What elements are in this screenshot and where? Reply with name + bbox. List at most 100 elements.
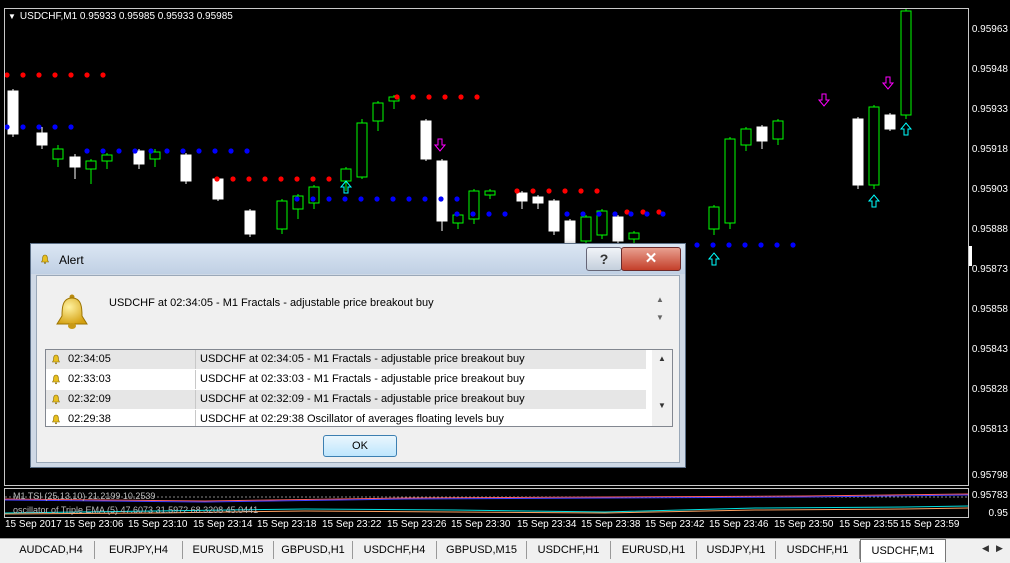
resistance-dot: [326, 176, 332, 182]
support-dot: [774, 242, 780, 248]
alert-row-message: USDCHF at 02:33:03 - M1 Fractals - adjus…: [200, 373, 525, 385]
time-label: 15 Sep 23:46: [709, 519, 769, 530]
support-dot: [342, 196, 348, 202]
candle-body: [52, 148, 64, 160]
chart-tab[interactable]: USDCHF,H1: [776, 541, 860, 559]
chart-tabs-bar: AUDCAD,H4 EURJPY,H4 EURUSD,M15 GBPUSD,H1 USD…: [0, 538, 1010, 563]
candle-body: [756, 126, 768, 142]
help-button[interactable]: ?: [586, 247, 622, 271]
time-label: 15 Sep 23:18: [257, 519, 317, 530]
resistance-dot: [294, 176, 300, 182]
chart-tab[interactable]: EURUSD,H1: [611, 541, 697, 559]
resistance-dot: [514, 188, 520, 194]
support-dot: [180, 148, 186, 154]
candle-body: [740, 128, 752, 146]
column-divider: [195, 370, 196, 389]
buy-arrow-icon: [899, 122, 913, 136]
chart-tab[interactable]: USDCHF,M1: [860, 539, 946, 562]
support-dot: [36, 124, 42, 130]
support-dot: [644, 211, 650, 217]
buy-arrow-icon: [867, 194, 881, 208]
resistance-dot: [594, 188, 600, 194]
candle-body: [708, 206, 720, 230]
support-dot: [438, 196, 444, 202]
alert-titlebar[interactable]: Alert ? ✕: [31, 244, 685, 274]
alert-row-time: 02:32:09: [68, 393, 111, 405]
support-dot: [228, 148, 234, 154]
indicator-pane[interactable]: M1 TSI (25,13,10) 21.2199 10.2539 oscill…: [4, 488, 969, 518]
support-dot: [164, 148, 170, 154]
alert-history-list[interactable]: 02:34:05 USDCHF at 02:34:05 - M1 Fractal…: [45, 349, 673, 427]
alert-row-time: 02:34:05: [68, 353, 111, 365]
alert-history-row[interactable]: 02:29:38 USDCHF at 02:29:38 Oscillator o…: [46, 410, 646, 426]
price-level-label: 0.95798: [971, 470, 1008, 481]
resistance-dot: [562, 188, 568, 194]
support-dot: [294, 196, 300, 202]
chart-tab[interactable]: AUDCAD,H4: [8, 541, 95, 559]
time-label: 15 Sep 23:38: [581, 519, 641, 530]
candle-body: [101, 154, 113, 162]
candle-body: [372, 102, 384, 122]
candle-body: [900, 10, 912, 116]
price-level-label: 0.95948: [971, 64, 1008, 75]
price-level-label: 0.95963: [971, 24, 1008, 35]
support-dot: [454, 196, 460, 202]
alert-history-row[interactable]: 02:33:03 USDCHF at 02:33:03 - M1 Fractal…: [46, 370, 646, 389]
candle-body: [852, 118, 864, 186]
support-dot: [116, 148, 122, 154]
candle-body: [484, 190, 496, 196]
resistance-dot: [310, 176, 316, 182]
support-dot: [310, 196, 316, 202]
chart-tab[interactable]: GBPUSD,H1: [274, 541, 353, 559]
resistance-dot: [426, 94, 432, 100]
candle-body: [340, 168, 352, 182]
candle-body: [180, 154, 192, 182]
tab-scroll-right-icon[interactable]: ▶: [996, 543, 1003, 554]
support-dot: [564, 211, 570, 217]
time-label: 15 Sep 23:22: [322, 519, 382, 530]
chart-tab[interactable]: EURUSD,M15: [183, 541, 274, 559]
alert-history-row[interactable]: 02:34:05 USDCHF at 02:34:05 - M1 Fractal…: [46, 350, 646, 369]
candle-body: [36, 132, 48, 146]
candle-body: [212, 178, 224, 200]
chart-tab[interactable]: USDJPY,H1: [697, 541, 776, 559]
resistance-dot: [246, 176, 252, 182]
alert-history-row[interactable]: 02:32:09 USDCHF at 02:32:09 - M1 Fractal…: [46, 390, 646, 409]
candle-body: [612, 216, 624, 242]
support-dot: [212, 148, 218, 154]
candle-body: [884, 114, 896, 130]
alert-row-time: 02:29:38: [68, 413, 111, 425]
candle-body: [436, 160, 448, 222]
resistance-dot: [20, 72, 26, 78]
support-dot: [486, 211, 492, 217]
chart-tab[interactable]: USDCHF,H4: [353, 541, 437, 559]
chart-tab[interactable]: GBPUSD,M15: [437, 541, 527, 559]
support-dot: [132, 148, 138, 154]
message-scrollbar[interactable]: ▲ ▼: [653, 295, 667, 333]
chart-tab[interactable]: USDCHF,H1: [527, 541, 611, 559]
close-button[interactable]: ✕: [621, 247, 681, 271]
time-label: 15 Sep 2017: [5, 519, 62, 530]
ok-button[interactable]: OK: [323, 435, 397, 457]
list-scrollbar[interactable]: ▲ ▼: [652, 350, 672, 426]
price-level-label: 0.95933: [971, 104, 1008, 115]
support-dot: [358, 196, 364, 202]
support-dot: [710, 242, 716, 248]
price-level-label: 0.95873: [971, 264, 1008, 275]
chart-tab[interactable]: EURJPY,H4: [95, 541, 183, 559]
indicator-label-tsi: M1 TSI (25,13,10) 21.2199 10.2539: [13, 491, 156, 501]
alert-row-message: USDCHF at 02:29:38 Oscillator of average…: [200, 413, 504, 425]
support-dot: [790, 242, 796, 248]
tab-scroll-left-icon[interactable]: ◀: [982, 543, 989, 554]
alert-dialog: Alert ? ✕ USDCHF at 02:34:05 - M1 Fracta…: [30, 243, 686, 468]
support-dot: [390, 196, 396, 202]
support-dot: [244, 148, 250, 154]
support-dot: [470, 211, 476, 217]
alert-row-message: USDCHF at 02:34:05 - M1 Fractals - adjus…: [200, 353, 525, 365]
resistance-dot: [530, 188, 536, 194]
support-dot: [196, 148, 202, 154]
candle-body: [276, 200, 288, 230]
support-dot: [502, 211, 508, 217]
support-dot: [422, 196, 428, 202]
chart-menu-icon[interactable]: ▼: [8, 12, 16, 21]
